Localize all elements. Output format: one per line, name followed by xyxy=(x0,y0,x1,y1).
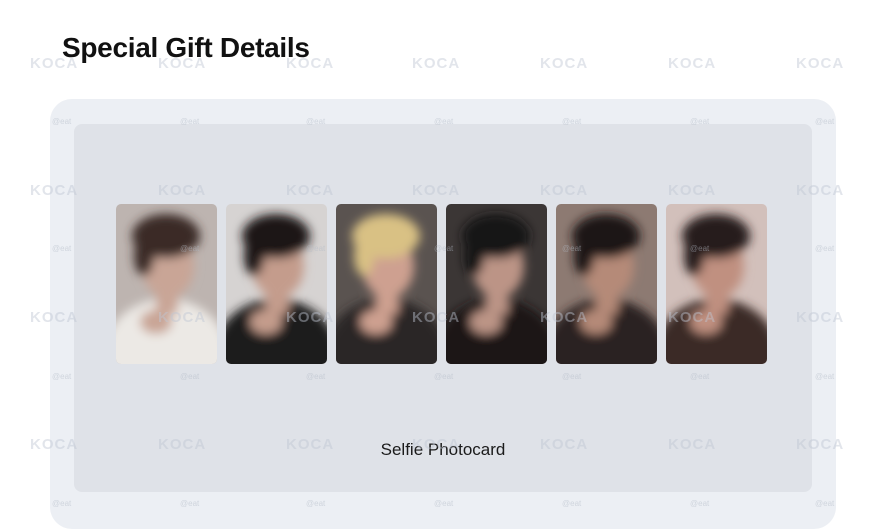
watermark-text: KOCA xyxy=(412,55,461,72)
photocard-3 xyxy=(336,204,437,364)
watermark-text: KOCA xyxy=(668,55,717,72)
photocard-image xyxy=(336,204,437,364)
watermark-text: KOCA xyxy=(540,55,589,72)
photocard-6 xyxy=(666,204,767,364)
photocard-image xyxy=(556,204,657,364)
photocard-image xyxy=(446,204,547,364)
photocard-5 xyxy=(556,204,657,364)
photocard-row xyxy=(116,204,767,364)
photocard-image xyxy=(226,204,327,364)
watermark-text: KOCA xyxy=(796,55,845,72)
photocard-2 xyxy=(226,204,327,364)
photocard-image xyxy=(116,204,217,364)
page-title: Special Gift Details xyxy=(62,32,310,63)
photocard-1 xyxy=(116,204,217,364)
photocard-4 xyxy=(446,204,547,364)
photocard-image xyxy=(666,204,767,364)
gift-caption: Selfie Photocard xyxy=(380,440,506,459)
